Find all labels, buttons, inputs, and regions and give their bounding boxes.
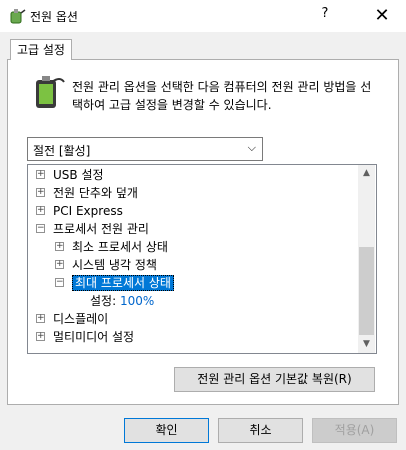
expand-icon[interactable]: + bbox=[36, 170, 45, 179]
chevron-down-icon: ⌵ bbox=[247, 141, 256, 154]
scroll-thumb[interactable] bbox=[359, 247, 374, 335]
tree-item-processor-power[interactable]: − 프로세서 전원 관리 bbox=[36, 220, 149, 238]
tree-item-label-selected: 최대 프로세서 상태 bbox=[72, 275, 174, 291]
tree-item-power-buttons[interactable]: + 전원 단추와 덮개 bbox=[36, 184, 138, 202]
tree-item-label: 멀티미디어 설정 bbox=[53, 330, 135, 344]
tree-item-label: 디스플레이 bbox=[53, 312, 109, 326]
help-button[interactable]: ? bbox=[310, 6, 340, 26]
expand-icon[interactable]: + bbox=[36, 188, 45, 197]
tab-advanced-settings[interactable]: 고급 설정 bbox=[10, 39, 72, 60]
ok-button[interactable]: 확인 bbox=[124, 418, 209, 443]
vertical-scrollbar[interactable]: ▲ ▼ bbox=[358, 165, 375, 353]
tree-item-label: 전원 단추와 덮개 bbox=[53, 186, 138, 200]
scroll-down-icon[interactable]: ▼ bbox=[358, 336, 375, 353]
tree-item-display[interactable]: + 디스플레이 bbox=[36, 310, 108, 328]
restore-defaults-button[interactable]: 전원 관리 옵션 기본값 복원(R) bbox=[174, 367, 375, 392]
apply-button: 적용(A) bbox=[312, 418, 397, 443]
setting-value[interactable]: 100% bbox=[120, 294, 154, 308]
description-text: 전원 관리 옵션을 선택한 다음 컴퓨터의 전원 관리 방법을 선택하여 고급 … bbox=[72, 80, 372, 112]
tree-item-label: 시스템 냉각 정책 bbox=[72, 258, 157, 272]
tree-item-label: 프로세서 전원 관리 bbox=[53, 222, 149, 236]
power-plan-value: 절전 [활성] bbox=[33, 144, 91, 158]
tree-item-multimedia[interactable]: + 멀티미디어 설정 bbox=[36, 328, 134, 346]
power-plan-select[interactable]: 절전 [활성] ⌵ bbox=[27, 137, 263, 161]
tree-item-usb[interactable]: + USB 설정 bbox=[36, 166, 104, 184]
expand-icon[interactable]: + bbox=[55, 242, 64, 251]
settings-tree[interactable]: + USB 설정 + 전원 단추와 덮개 + PCI Express − 프로세서 전원… bbox=[27, 164, 377, 354]
close-button[interactable]: ✕ bbox=[364, 4, 400, 28]
collapse-icon[interactable]: − bbox=[55, 278, 64, 287]
tree-item-pci-express[interactable]: + PCI Express bbox=[36, 202, 123, 220]
expand-icon[interactable]: + bbox=[36, 332, 45, 341]
expand-icon[interactable]: + bbox=[36, 206, 45, 215]
tree-item-label: PCI Express bbox=[53, 204, 123, 218]
expand-icon[interactable]: + bbox=[36, 314, 45, 323]
tree-item-cooling-policy[interactable]: + 시스템 냉각 정책 bbox=[55, 256, 157, 274]
tree-item-max-processor-state[interactable]: − 최대 프로세서 상태 bbox=[55, 274, 174, 292]
tree-item-label: USB 설정 bbox=[53, 168, 104, 182]
collapse-icon[interactable]: − bbox=[36, 224, 45, 233]
cancel-button[interactable]: 취소 bbox=[218, 418, 303, 443]
window-title: 전원 옵션 bbox=[30, 10, 78, 24]
tree-item-min-processor-state[interactable]: + 최소 프로세서 상태 bbox=[55, 238, 168, 256]
expand-icon[interactable]: + bbox=[55, 260, 64, 269]
setting-label: 설정: bbox=[90, 294, 117, 308]
power-options-icon bbox=[8, 7, 26, 25]
scroll-up-icon[interactable]: ▲ bbox=[358, 165, 375, 182]
tree-item-setting[interactable]: 설정: 100% bbox=[90, 292, 154, 310]
battery-power-icon bbox=[30, 72, 66, 112]
tree-item-label: 최소 프로세서 상태 bbox=[72, 240, 168, 254]
